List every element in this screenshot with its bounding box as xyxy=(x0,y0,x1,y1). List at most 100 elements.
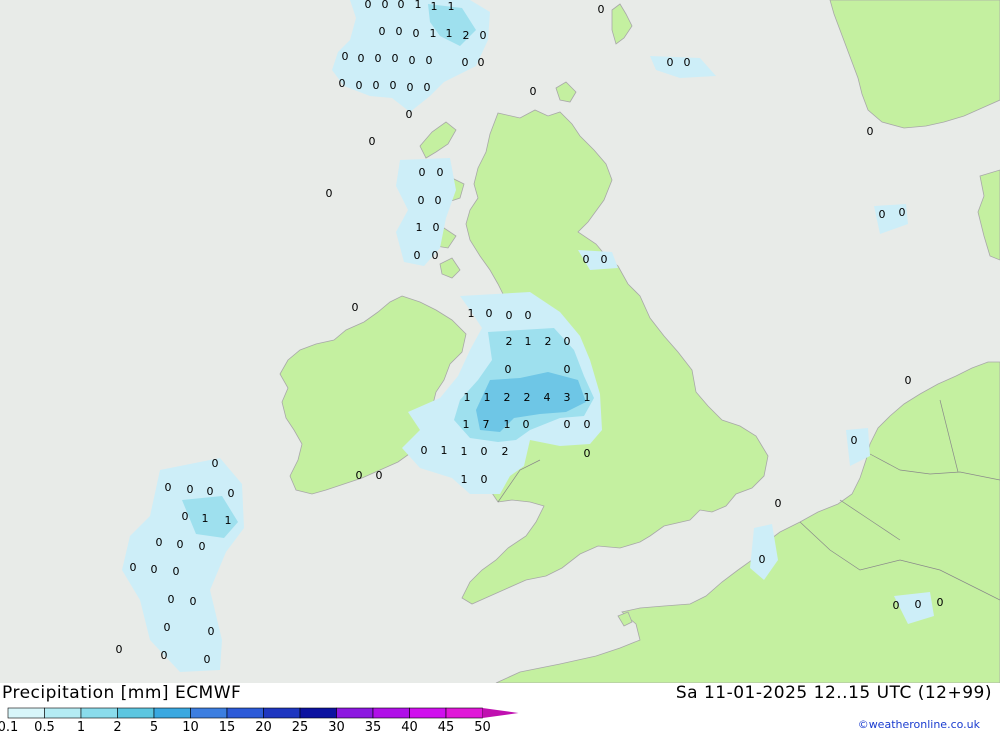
precip-value-label: 0 xyxy=(177,538,184,551)
scale-swatch xyxy=(299,707,337,719)
precip-value-label: 0 xyxy=(165,481,172,494)
scale-swatch xyxy=(226,707,264,719)
precip-value-label: 0 xyxy=(164,621,171,634)
precip-value-label: 0 xyxy=(480,29,487,42)
precip-value-label: 0 xyxy=(228,487,235,500)
scale-swatch xyxy=(445,707,483,719)
precip-value-label: 0 xyxy=(851,434,858,447)
precip-value-label: 0 xyxy=(161,649,168,662)
precip-value-label: 0 xyxy=(352,301,359,314)
precip-value-label: 0 xyxy=(414,249,421,262)
precip-value-label: 0 xyxy=(409,54,416,67)
precip-value-label: 0 xyxy=(937,596,944,609)
precip-value-label: 0 xyxy=(598,3,605,16)
precip-value-label: 0 xyxy=(899,206,906,219)
precip-value-label: 1 xyxy=(430,27,437,40)
precip-value-label: 0 xyxy=(382,0,389,11)
precip-value-label: 0 xyxy=(326,187,333,200)
precip-value-label: 0 xyxy=(390,79,397,92)
precip-value-label: 0 xyxy=(424,81,431,94)
precip-value-label: 0 xyxy=(116,643,123,656)
precip-value-label: 0 xyxy=(486,307,493,320)
precip-value-label: 2 xyxy=(463,29,470,42)
precip-value-label: 1 xyxy=(463,418,470,431)
precip-value-label: 0 xyxy=(212,457,219,470)
precip-value-label: 1 xyxy=(431,0,438,13)
scale-tick-label: 20 xyxy=(255,720,272,733)
precip-value-label: 0 xyxy=(759,553,766,566)
precip-value-label: 1 xyxy=(584,391,591,404)
scale-tick-label: 15 xyxy=(219,720,236,733)
scale-tick-label: 5 xyxy=(150,720,158,733)
scale-tick-label: 40 xyxy=(401,720,418,733)
precip-value-label: 0 xyxy=(530,85,537,98)
precipitation-map: 0 0 0 1 1 1 00 0 0 1 1 2 00 0 0 0 0 0 0 0 0 00 0 0 0 0 0 00000 000 00… xyxy=(0,0,1000,683)
precip-value-label: 1 xyxy=(416,221,423,234)
precip-value-label: 0 xyxy=(437,166,444,179)
precip-value-label: 1 xyxy=(448,0,455,13)
scale-swatch xyxy=(80,707,118,719)
precip-value-label: 0 xyxy=(667,56,674,69)
precip-value-label: 0 xyxy=(375,52,382,65)
scale-arrow xyxy=(482,708,519,718)
precip-value-label: 0 xyxy=(342,50,349,63)
precip-value-label: 0 xyxy=(182,510,189,523)
precip-value-label: 0 xyxy=(365,0,372,11)
precip-value-label: 0 xyxy=(208,625,215,638)
legend-panel: Precipitation [mm] ECMWF Sa 11-01-2025 1… xyxy=(0,683,1000,733)
precip-value-label: 0 xyxy=(151,563,158,576)
precip-value-label: 0 xyxy=(601,253,608,266)
precip-value-label: 0 xyxy=(481,473,488,486)
credit-link[interactable]: ©weatheronline.co.uk xyxy=(858,718,980,731)
precip-value-label: 0 xyxy=(584,418,591,431)
precip-value-label: 0 xyxy=(419,166,426,179)
precip-value-label: 1 xyxy=(461,445,468,458)
precip-value-label: 0 xyxy=(418,194,425,207)
precip-value-label: 1 xyxy=(225,514,232,527)
precip-value-label: 0 xyxy=(339,77,346,90)
scale-swatch xyxy=(372,707,410,719)
precip-value-label: 2 xyxy=(524,391,531,404)
precip-value-label: 0 xyxy=(426,54,433,67)
precip-value-label: 0 xyxy=(204,653,211,666)
precip-value-label: 2 xyxy=(506,335,513,348)
precip-value-label: 0 xyxy=(130,561,137,574)
precip-value-label: 0 xyxy=(369,135,376,148)
scale-tick-label: 1 xyxy=(77,720,85,733)
precip-value-label: 2 xyxy=(502,445,509,458)
precip-value-label: 0 xyxy=(506,309,513,322)
precip-value-label: 0 xyxy=(358,52,365,65)
precip-value-label: 0 xyxy=(356,79,363,92)
scale-swatch xyxy=(153,707,191,719)
scale-tick-label: 2 xyxy=(113,720,121,733)
precip-value-label: 1 xyxy=(202,512,209,525)
precip-value-label: 0 xyxy=(584,447,591,460)
precip-value-label: 0 xyxy=(867,125,874,138)
precip-value-label: 0 xyxy=(879,208,886,221)
precip-value-label: 0 xyxy=(433,221,440,234)
precip-value-label: 0 xyxy=(564,363,571,376)
precip-value-label: 0 xyxy=(392,52,399,65)
scale-tick-label: 10 xyxy=(182,720,199,733)
precip-value-label: 1 xyxy=(525,335,532,348)
scale-swatch xyxy=(44,707,82,719)
precip-value-label: 0 xyxy=(505,363,512,376)
precip-value-label: 1 xyxy=(468,307,475,320)
scale-tick-label: 45 xyxy=(438,720,455,733)
precip-value-label: 1 xyxy=(504,418,511,431)
scale-swatch xyxy=(409,707,447,719)
precip-value-label: 0 xyxy=(462,56,469,69)
precip-value-label: 0 xyxy=(684,56,691,69)
precip-value-label: 0 xyxy=(406,108,413,121)
scale-swatch xyxy=(117,707,155,719)
scale-tick-label: 0.5 xyxy=(34,720,55,733)
precip-value-label: 0 xyxy=(523,418,530,431)
scale-tick-label: 30 xyxy=(328,720,345,733)
precip-value-label: 0 xyxy=(481,445,488,458)
precip-value-label: 0 xyxy=(173,565,180,578)
precip-value-label: 1 xyxy=(464,391,471,404)
precip-value-label: 0 xyxy=(407,81,414,94)
precip-value-label: 0 xyxy=(564,418,571,431)
scale-tick-label: 35 xyxy=(365,720,382,733)
precip-value-label: 0 xyxy=(207,485,214,498)
